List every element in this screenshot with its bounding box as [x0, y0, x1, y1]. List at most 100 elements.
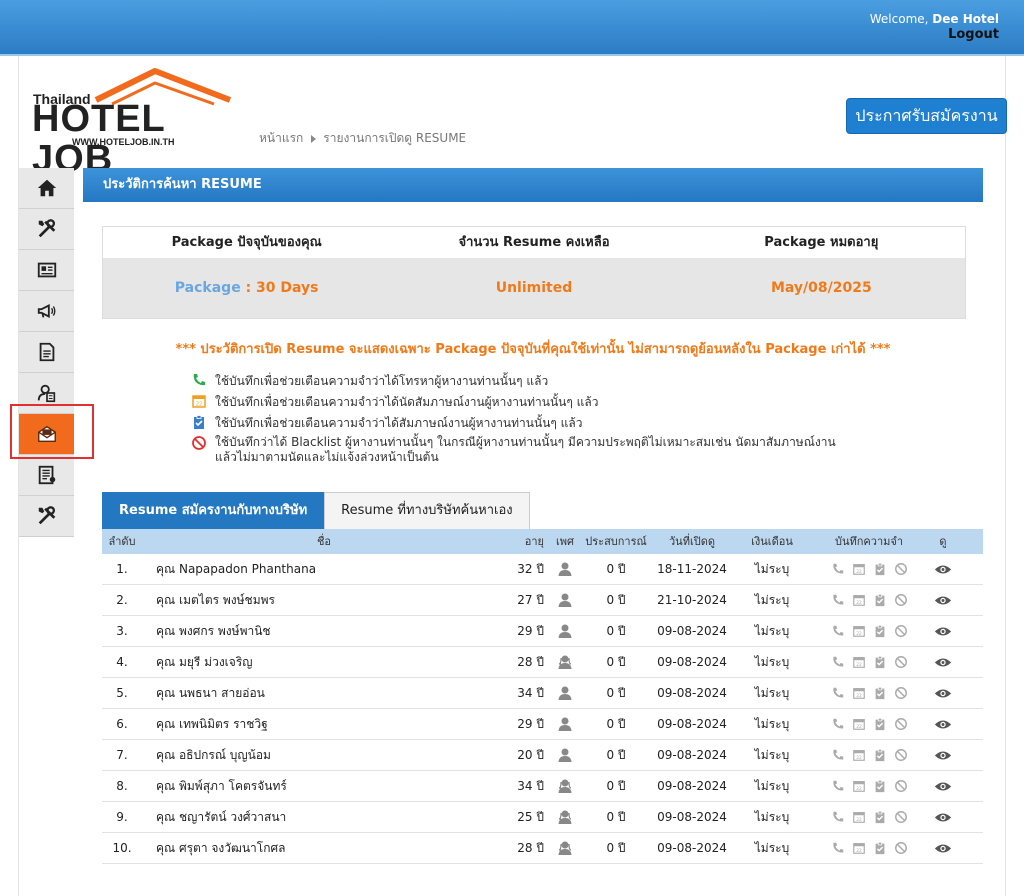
blacklist-icon[interactable]: [894, 593, 908, 607]
blacklist-icon[interactable]: [894, 748, 908, 762]
clipboard-check-icon[interactable]: [873, 779, 887, 793]
phone-icon[interactable]: [831, 810, 845, 824]
sidebar-item-tools-2[interactable]: [19, 496, 74, 537]
calendar-icon[interactable]: 22: [852, 655, 866, 669]
phone-icon[interactable]: [831, 655, 845, 669]
eye-icon[interactable]: [934, 688, 952, 699]
legend-interview-scheduled: 22 ใช้บันทึกเพื่อช่วยเตือนความจำว่าได้นั…: [191, 393, 836, 414]
blacklist-icon[interactable]: [894, 686, 908, 700]
row-view[interactable]: [928, 616, 958, 646]
clipboard-check-icon[interactable]: [873, 841, 887, 855]
breadcrumb-home[interactable]: หน้าแรก: [259, 131, 303, 145]
row-view[interactable]: [928, 647, 958, 677]
row-name[interactable]: คุณ พิมพ์สุภา โคตรจันทร์: [142, 771, 506, 801]
sidebar-item-list[interactable]: [19, 455, 74, 496]
logout-link[interactable]: Logout: [948, 27, 999, 42]
phone-icon[interactable]: [831, 686, 845, 700]
breadcrumb: หน้าแรก รายงานการเปิดดู RESUME: [259, 129, 466, 148]
row-view[interactable]: [928, 802, 958, 832]
calendar-icon[interactable]: 22: [852, 624, 866, 638]
calendar-icon[interactable]: 22: [852, 779, 866, 793]
clipboard-check-icon[interactable]: [873, 717, 887, 731]
row-name[interactable]: คุณ พงศกร พงษ์พานิช: [142, 616, 506, 646]
row-notes: 22: [810, 616, 928, 646]
eye-icon[interactable]: [934, 564, 952, 575]
phone-icon[interactable]: [831, 779, 845, 793]
sidebar-item-announce[interactable]: [19, 291, 74, 332]
clipboard-check-icon[interactable]: [873, 748, 887, 762]
sidebar-item-home[interactable]: [19, 168, 74, 209]
eye-icon[interactable]: [934, 626, 952, 637]
document-icon: [39, 342, 54, 362]
blacklist-icon[interactable]: [894, 779, 908, 793]
clipboard-check-icon[interactable]: [873, 562, 887, 576]
row-name[interactable]: คุณ Napapadon Phanthana: [142, 554, 506, 584]
row-name[interactable]: คุณ นพธนา สายอ่อน: [142, 678, 506, 708]
sidebar-item-tools[interactable]: [19, 209, 74, 250]
header-salary: เงินเดือน: [751, 535, 793, 548]
package-remaining-value: Unlimited: [495, 280, 573, 296]
row-name[interactable]: คุณ มยุรี ม่วงเจริญ: [142, 647, 506, 677]
eye-icon[interactable]: [934, 781, 952, 792]
eye-icon[interactable]: [934, 750, 952, 761]
tab-applied-resumes[interactable]: Resume สมัครงานกับทางบริษัท: [102, 492, 325, 529]
row-name[interactable]: คุณ อธิปกรณ์ บุญน้อม: [142, 740, 506, 770]
row-view[interactable]: [928, 554, 958, 584]
blacklist-icon[interactable]: [894, 655, 908, 669]
eye-icon[interactable]: [934, 843, 952, 854]
row-salary: ไม่ระบุ: [754, 686, 790, 700]
phone-icon[interactable]: [831, 593, 845, 607]
row-name[interactable]: คุณ ชญารัตน์ วงศ์วาสนา: [142, 802, 506, 832]
clipboard-check-icon[interactable]: [873, 810, 887, 824]
row-view[interactable]: [928, 740, 958, 770]
row-view[interactable]: [928, 585, 958, 615]
header-gender: เพศ: [556, 535, 574, 548]
calendar-icon[interactable]: 22: [852, 748, 866, 762]
eye-icon[interactable]: [934, 719, 952, 730]
clipboard-check-icon[interactable]: [873, 655, 887, 669]
row-salary: ไม่ระบุ: [754, 593, 790, 607]
row-view[interactable]: [928, 678, 958, 708]
blacklist-icon[interactable]: [894, 624, 908, 638]
calendar-icon[interactable]: 22: [852, 562, 866, 576]
row-name[interactable]: คุณ เมตไตร พงษ์ชมพร: [142, 585, 506, 615]
table-row: 4. คุณ มยุรี ม่วงเจริญ 28 ปี 0 ปี 09-08-2024…: [102, 647, 983, 678]
row-salary: ไม่ระบุ: [754, 562, 790, 576]
clipboard-check-icon[interactable]: [873, 624, 887, 638]
row-gender: [548, 740, 582, 770]
resume-table: ลำดับ ชื่อ อายุ เพศ ประสบการณ์ วันที่เปิ…: [102, 529, 983, 864]
female-user-icon: [558, 779, 572, 793]
post-job-button[interactable]: ประกาศรับสมัครงาน: [846, 98, 1007, 134]
calendar-icon[interactable]: 22: [852, 841, 866, 855]
sidebar-item-document[interactable]: [19, 332, 74, 373]
eye-icon[interactable]: [934, 657, 952, 668]
row-view[interactable]: [928, 709, 958, 739]
phone-icon[interactable]: [831, 562, 845, 576]
tab-searched-resumes[interactable]: Resume ที่ทางบริษัทค้นหาเอง: [324, 492, 530, 529]
calendar-icon[interactable]: 22: [852, 810, 866, 824]
blacklist-icon[interactable]: [894, 841, 908, 855]
row-age: 28 ปี: [517, 655, 544, 669]
phone-icon[interactable]: [831, 748, 845, 762]
blacklist-icon[interactable]: [894, 717, 908, 731]
clipboard-check-icon[interactable]: [873, 686, 887, 700]
phone-icon[interactable]: [831, 624, 845, 638]
blacklist-icon[interactable]: [894, 810, 908, 824]
calendar-icon[interactable]: 22: [852, 593, 866, 607]
row-no: 9.: [116, 810, 128, 824]
calendar-icon[interactable]: 22: [852, 717, 866, 731]
row-name[interactable]: คุณ ศรุตา จงวัฒนาโกศล: [142, 833, 506, 863]
row-view[interactable]: [928, 771, 958, 801]
row-name[interactable]: คุณ เทพนิมิตร ราชวิฐ: [142, 709, 506, 739]
row-view[interactable]: [928, 833, 958, 863]
eye-icon[interactable]: [934, 812, 952, 823]
blacklist-icon[interactable]: [894, 562, 908, 576]
clipboard-check-icon[interactable]: [873, 593, 887, 607]
calendar-icon[interactable]: 22: [852, 686, 866, 700]
user-name: Dee Hotel: [932, 12, 999, 26]
eye-icon[interactable]: [934, 595, 952, 606]
hoteljob-logo[interactable]: Thailand HOTEL JOB WWW.HOTELJOB.IN.TH: [32, 68, 237, 179]
phone-icon[interactable]: [831, 841, 845, 855]
sidebar-item-news[interactable]: [19, 250, 74, 291]
phone-icon[interactable]: [831, 717, 845, 731]
